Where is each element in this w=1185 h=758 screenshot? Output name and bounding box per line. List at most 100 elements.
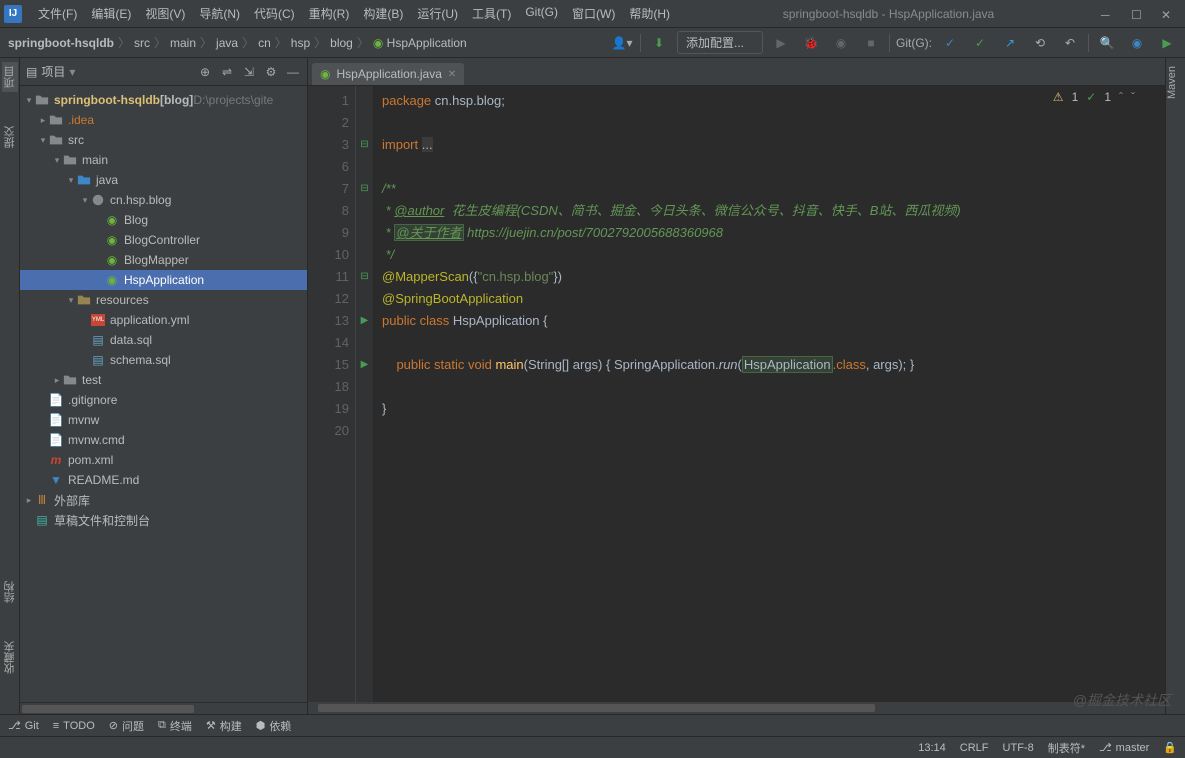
code-area[interactable]: package cn.hsp.blog; import ... /** * @a…	[374, 86, 1165, 702]
warn-count: 1	[1072, 90, 1079, 104]
git-branch[interactable]: ⎇ master	[1099, 741, 1149, 754]
rail-favorites[interactable]: 收藏夹	[2, 637, 18, 678]
menu-运行(U)[interactable]: 运行(U)	[411, 3, 464, 24]
hammer-icon[interactable]: ⬇	[647, 31, 671, 55]
tree-node[interactable]: ▤草稿文件和控制台	[20, 510, 307, 530]
watermark: @掘金技术社区	[1073, 690, 1171, 710]
coverage-icon[interactable]: ◉	[829, 31, 853, 55]
lock-icon[interactable]: 🔒	[1163, 741, 1177, 754]
services-icon[interactable]: ▶	[1155, 31, 1179, 55]
crumb[interactable]: blog	[328, 36, 355, 50]
inspection-hints[interactable]: ⚠1 ✓1 ˆ ˇ	[1053, 90, 1135, 104]
run-icon[interactable]: ▶	[769, 31, 793, 55]
toolwin-依赖[interactable]: ⬢ 依赖	[256, 718, 292, 734]
rail-commit[interactable]: 提交	[2, 122, 18, 152]
crumb[interactable]: ◉ HspApplication	[371, 36, 469, 50]
options-icon[interactable]: ⚙	[263, 64, 279, 80]
separator	[1088, 34, 1089, 52]
menu-帮助(H)[interactable]: 帮助(H)	[623, 3, 676, 24]
search-icon[interactable]: 🔍	[1095, 31, 1119, 55]
maximize-icon[interactable]: ☐	[1131, 8, 1143, 20]
toolwin-构建[interactable]: ⚒ 构建	[206, 718, 242, 734]
tree-node[interactable]: 📄mvnw.cmd	[20, 430, 307, 450]
tree-node[interactable]: ▾src	[20, 130, 307, 150]
tree-node[interactable]: ▾java	[20, 170, 307, 190]
sidebar-scrollbar[interactable]	[20, 702, 307, 714]
tree-node[interactable]: mpom.xml	[20, 450, 307, 470]
rail-structure[interactable]: 结构	[2, 577, 18, 607]
run-config-select[interactable]: 添加配置...	[677, 31, 763, 54]
menu-窗口(W)[interactable]: 窗口(W)	[566, 3, 621, 24]
status-encoding[interactable]: UTF-8	[1003, 742, 1034, 754]
git-commit-icon[interactable]: ✓	[968, 31, 992, 55]
menu-构建(B)[interactable]: 构建(B)	[357, 3, 409, 24]
crumb[interactable]: main	[168, 36, 198, 50]
settings-icon[interactable]: ◉	[1125, 31, 1149, 55]
main-menu: 文件(F)编辑(E)视图(V)导航(N)代码(C)重构(R)构建(B)运行(U)…	[32, 3, 676, 24]
crumb[interactable]: src	[132, 36, 152, 50]
rail-project[interactable]: 项目	[2, 62, 18, 92]
toolwin-Git[interactable]: ⎇ Git	[8, 719, 39, 732]
user-icon[interactable]: 👤▾	[610, 31, 634, 55]
editor-tabs: ◉ HspApplication.java ✕	[308, 58, 1165, 86]
stop-icon[interactable]: ■	[859, 31, 883, 55]
tree-node[interactable]: ▤schema.sql	[20, 350, 307, 370]
crumb[interactable]: cn	[256, 36, 273, 50]
editor-scrollbar[interactable]	[308, 702, 1165, 714]
tree-node[interactable]: ▾main	[20, 150, 307, 170]
tree-node[interactable]: ▸test	[20, 370, 307, 390]
minimize-icon[interactable]: ─	[1101, 8, 1113, 20]
status-lf[interactable]: CRLF	[960, 742, 989, 754]
toolwin-TODO[interactable]: ≡ TODO	[53, 720, 95, 732]
editor-tab[interactable]: ◉ HspApplication.java ✕	[312, 63, 464, 85]
menu-视图(V)[interactable]: 视图(V)	[139, 3, 191, 24]
expand-icon[interactable]: ⇲	[241, 64, 257, 80]
collapse-icon[interactable]: ⇌	[219, 64, 235, 80]
menu-代码(C)[interactable]: 代码(C)	[248, 3, 301, 24]
tree-node[interactable]: YMLapplication.yml	[20, 310, 307, 330]
tree-class-BlogMapper[interactable]: ◉BlogMapper	[20, 250, 307, 270]
rollback-icon[interactable]: ↶	[1058, 31, 1082, 55]
git-push-icon[interactable]: ↗	[998, 31, 1022, 55]
tree-node[interactable]: 📄mvnw	[20, 410, 307, 430]
tree-node[interactable]: 📄.gitignore	[20, 390, 307, 410]
hide-icon[interactable]: —	[285, 64, 301, 80]
ok-count: 1	[1104, 90, 1111, 104]
chevron-down-icon[interactable]: ˇ	[1131, 90, 1135, 104]
menu-重构(R)[interactable]: 重构(R)	[303, 3, 356, 24]
toolwin-终端[interactable]: ⧉ 终端	[158, 718, 192, 734]
tree-class-HspApplication[interactable]: ◉HspApplication	[20, 270, 307, 290]
crumb[interactable]: java	[214, 36, 240, 50]
menu-Git(G)[interactable]: Git(G)	[519, 3, 564, 24]
crumb[interactable]: springboot-hsqldb	[6, 36, 116, 50]
tab-close-icon[interactable]: ✕	[448, 69, 456, 80]
target-icon[interactable]: ⊕	[197, 64, 213, 80]
debug-icon[interactable]: 🐞	[799, 31, 823, 55]
tree-node[interactable]: ▸Ⅲ外部库	[20, 490, 307, 510]
menu-编辑(E)[interactable]: 编辑(E)	[85, 3, 137, 24]
app-logo: IJ	[4, 5, 22, 23]
tree-node[interactable]: ▾resources	[20, 290, 307, 310]
menu-导航(N)[interactable]: 导航(N)	[193, 3, 246, 24]
menu-文件(F)[interactable]: 文件(F)	[32, 3, 83, 24]
toolwin-问题[interactable]: ⊘ 问题	[109, 718, 144, 734]
checkmark-icon: ✓	[1086, 90, 1096, 104]
tree-node[interactable]: ▤data.sql	[20, 330, 307, 350]
tree-node[interactable]: ▸.idea	[20, 110, 307, 130]
chevron-up-icon[interactable]: ˆ	[1119, 90, 1123, 104]
rail-maven[interactable]: Maven	[1166, 62, 1178, 103]
tree-class-Blog[interactable]: ◉Blog	[20, 210, 307, 230]
tree-node[interactable]: ▾cn.hsp.blog	[20, 190, 307, 210]
tree-root[interactable]: ▾springboot-hsqldb [blog] D:\projects\gi…	[20, 90, 307, 110]
separator	[889, 34, 890, 52]
right-tool-rail: Maven	[1165, 58, 1185, 714]
git-update-icon[interactable]: ✓	[938, 31, 962, 55]
tree-class-BlogController[interactable]: ◉BlogController	[20, 230, 307, 250]
editor[interactable]: 1236789101112131415181920 ⊟ ⊟ ⊟ ▶ ▶ pack…	[308, 86, 1165, 702]
close-icon[interactable]: ✕	[1161, 8, 1173, 20]
menu-工具(T)[interactable]: 工具(T)	[466, 3, 517, 24]
history-icon[interactable]: ⟲	[1028, 31, 1052, 55]
crumb[interactable]: hsp	[289, 36, 312, 50]
tree-node[interactable]: ▼README.md	[20, 470, 307, 490]
status-indent[interactable]: 制表符*	[1048, 740, 1085, 756]
